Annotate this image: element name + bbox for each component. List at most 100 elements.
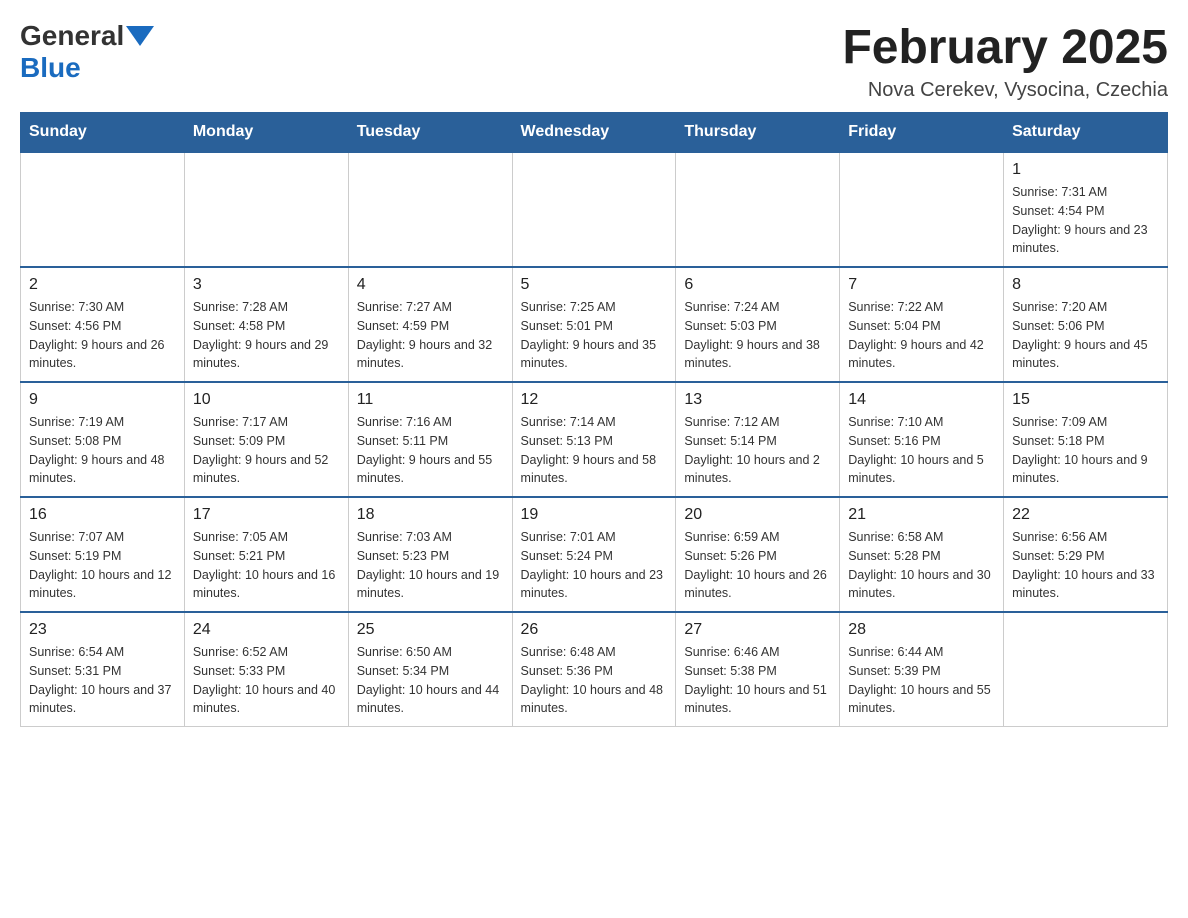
calendar-cell: 8 Sunrise: 7:20 AMSunset: 5:06 PMDaylight… (1004, 267, 1168, 382)
logo-triangle-icon (126, 26, 154, 48)
calendar-cell: 10Sunrise: 7:17 AMSunset: 5:09 PMDayligh… (184, 382, 348, 497)
day-number: 18 (357, 506, 504, 524)
calendar-cell: 12 Sunrise: 7:14 AMSunset: 5:13 PMDayligh… (512, 382, 676, 497)
day-info: Sunrise: 7:14 AMSunset: 5:13 PMDaylight:… (521, 413, 668, 488)
day-number: 7 (848, 276, 995, 294)
day-number: 5 (521, 276, 668, 294)
calendar-cell: 18 Sunrise: 7:03 AMSunset: 5:23 PMDayligh… (348, 497, 512, 612)
calendar-cell: 13 Sunrise: 7:12 AMSunset: 5:14 PMDayligh… (676, 382, 840, 497)
calendar-cell: 20 Sunrise: 6:59 AMSunset: 5:26 PMDayligh… (676, 497, 840, 612)
calendar-cell: 1 Sunrise: 7:31 AMSunset: 4:54 PMDaylight… (1004, 152, 1168, 267)
calendar-cell: 5 Sunrise: 7:25 AMSunset: 5:01 PMDaylight… (512, 267, 676, 382)
day-number: 25 (357, 621, 504, 639)
title-area: February 2025 Nova Cerekev, Vysocina, Cz… (842, 20, 1168, 102)
day-number: 20 (684, 506, 831, 524)
calendar-header-row: SundayMondayTuesdayWednesdayThursdayFrid… (21, 113, 1168, 153)
day-info: Sunrise: 6:56 AMSunset: 5:29 PMDaylight:… (1012, 528, 1159, 603)
day-info: Sunrise: 7:25 AMSunset: 5:01 PMDaylight:… (521, 298, 668, 373)
day-number: 24 (193, 621, 340, 639)
calendar-cell: 6 Sunrise: 7:24 AMSunset: 5:03 PMDaylight… (676, 267, 840, 382)
day-number: 6 (684, 276, 831, 294)
day-info: Sunrise: 7:31 AMSunset: 4:54 PMDaylight:… (1012, 183, 1159, 258)
calendar-cell (1004, 612, 1168, 727)
calendar-cell: 3Sunrise: 7:28 AMSunset: 4:58 PMDaylight… (184, 267, 348, 382)
logo-blue: Blue (20, 52, 81, 83)
day-number: 21 (848, 506, 995, 524)
calendar-cell: 28 Sunrise: 6:44 AMSunset: 5:39 PMDayligh… (840, 612, 1004, 727)
calendar-cell (512, 152, 676, 267)
calendar-cell: 16 Sunrise: 7:07 AMSunset: 5:19 PMDayligh… (21, 497, 185, 612)
weekday-header-monday: Monday (184, 113, 348, 153)
calendar-cell: 17Sunrise: 7:05 AMSunset: 5:21 PMDayligh… (184, 497, 348, 612)
calendar-cell (840, 152, 1004, 267)
day-info: Sunrise: 7:19 AMSunset: 5:08 PMDaylight:… (29, 413, 176, 488)
calendar-cell (348, 152, 512, 267)
day-info: Sunrise: 7:09 AMSunset: 5:18 PMDaylight:… (1012, 413, 1159, 488)
calendar-cell (184, 152, 348, 267)
day-number: 2 (29, 276, 176, 294)
calendar-cell: 2 Sunrise: 7:30 AMSunset: 4:56 PMDaylight… (21, 267, 185, 382)
day-number: 23 (29, 621, 176, 639)
calendar-cell: 21 Sunrise: 6:58 AMSunset: 5:28 PMDayligh… (840, 497, 1004, 612)
weekday-header-tuesday: Tuesday (348, 113, 512, 153)
calendar-week-row: 1 Sunrise: 7:31 AMSunset: 4:54 PMDaylight… (21, 152, 1168, 267)
weekday-header-friday: Friday (840, 113, 1004, 153)
day-info: Sunrise: 6:54 AMSunset: 5:31 PMDaylight:… (29, 643, 176, 718)
day-info: Sunrise: 7:30 AMSunset: 4:56 PMDaylight:… (29, 298, 176, 373)
calendar-week-row: 23 Sunrise: 6:54 AMSunset: 5:31 PMDayligh… (21, 612, 1168, 727)
day-number: 1 (1012, 161, 1159, 179)
calendar-cell: 14 Sunrise: 7:10 AMSunset: 5:16 PMDayligh… (840, 382, 1004, 497)
day-number: 13 (684, 391, 831, 409)
calendar-week-row: 16 Sunrise: 7:07 AMSunset: 5:19 PMDayligh… (21, 497, 1168, 612)
day-info: Sunrise: 7:16 AMSunset: 5:11 PMDaylight:… (357, 413, 504, 488)
day-info: Sunrise: 7:01 AMSunset: 5:24 PMDaylight:… (521, 528, 668, 603)
logo: General Blue (20, 20, 154, 84)
day-info: Sunrise: 7:28 AMSunset: 4:58 PMDaylight:… (193, 298, 340, 373)
day-number: 26 (521, 621, 668, 639)
day-info: Sunrise: 7:12 AMSunset: 5:14 PMDaylight:… (684, 413, 831, 488)
day-number: 4 (357, 276, 504, 294)
calendar-cell: 26 Sunrise: 6:48 AMSunset: 5:36 PMDayligh… (512, 612, 676, 727)
day-number: 9 (29, 391, 176, 409)
day-info: Sunrise: 6:46 AMSunset: 5:38 PMDaylight:… (684, 643, 831, 718)
month-title: February 2025 (842, 20, 1168, 75)
calendar-week-row: 2 Sunrise: 7:30 AMSunset: 4:56 PMDaylight… (21, 267, 1168, 382)
weekday-header-thursday: Thursday (676, 113, 840, 153)
day-number: 19 (521, 506, 668, 524)
day-number: 11 (357, 391, 504, 409)
day-number: 8 (1012, 276, 1159, 294)
day-number: 17 (193, 506, 340, 524)
page-header: General Blue February 2025 Nova Cerekev,… (20, 20, 1168, 102)
calendar-cell: 23 Sunrise: 6:54 AMSunset: 5:31 PMDayligh… (21, 612, 185, 727)
day-info: Sunrise: 7:20 AMSunset: 5:06 PMDaylight:… (1012, 298, 1159, 373)
day-number: 14 (848, 391, 995, 409)
day-info: Sunrise: 7:24 AMSunset: 5:03 PMDaylight:… (684, 298, 831, 373)
day-info: Sunrise: 7:03 AMSunset: 5:23 PMDaylight:… (357, 528, 504, 603)
calendar-cell: 24 Sunrise: 6:52 AMSunset: 5:33 PMDayligh… (184, 612, 348, 727)
day-info: Sunrise: 7:27 AMSunset: 4:59 PMDaylight:… (357, 298, 504, 373)
weekday-header-wednesday: Wednesday (512, 113, 676, 153)
day-info: Sunrise: 6:48 AMSunset: 5:36 PMDaylight:… (521, 643, 668, 718)
calendar-cell: 7Sunrise: 7:22 AMSunset: 5:04 PMDaylight… (840, 267, 1004, 382)
day-info: Sunrise: 6:44 AMSunset: 5:39 PMDaylight:… (848, 643, 995, 718)
calendar-cell: 25Sunrise: 6:50 AMSunset: 5:34 PMDayligh… (348, 612, 512, 727)
day-number: 22 (1012, 506, 1159, 524)
day-info: Sunrise: 6:52 AMSunset: 5:33 PMDaylight:… (193, 643, 340, 718)
day-number: 28 (848, 621, 995, 639)
calendar-cell (676, 152, 840, 267)
logo-general: General (20, 20, 124, 52)
calendar-cell: 11 Sunrise: 7:16 AMSunset: 5:11 PMDayligh… (348, 382, 512, 497)
day-number: 16 (29, 506, 176, 524)
day-info: Sunrise: 7:07 AMSunset: 5:19 PMDaylight:… (29, 528, 176, 603)
day-info: Sunrise: 6:58 AMSunset: 5:28 PMDaylight:… (848, 528, 995, 603)
calendar-cell: 4 Sunrise: 7:27 AMSunset: 4:59 PMDaylight… (348, 267, 512, 382)
day-info: Sunrise: 6:59 AMSunset: 5:26 PMDaylight:… (684, 528, 831, 603)
calendar-week-row: 9 Sunrise: 7:19 AMSunset: 5:08 PMDaylight… (21, 382, 1168, 497)
day-number: 10 (193, 391, 340, 409)
calendar-cell: 22 Sunrise: 6:56 AMSunset: 5:29 PMDayligh… (1004, 497, 1168, 612)
day-number: 27 (684, 621, 831, 639)
day-info: Sunrise: 7:10 AMSunset: 5:16 PMDaylight:… (848, 413, 995, 488)
day-number: 12 (521, 391, 668, 409)
weekday-header-sunday: Sunday (21, 113, 185, 153)
calendar-cell: 15Sunrise: 7:09 AMSunset: 5:18 PMDayligh… (1004, 382, 1168, 497)
